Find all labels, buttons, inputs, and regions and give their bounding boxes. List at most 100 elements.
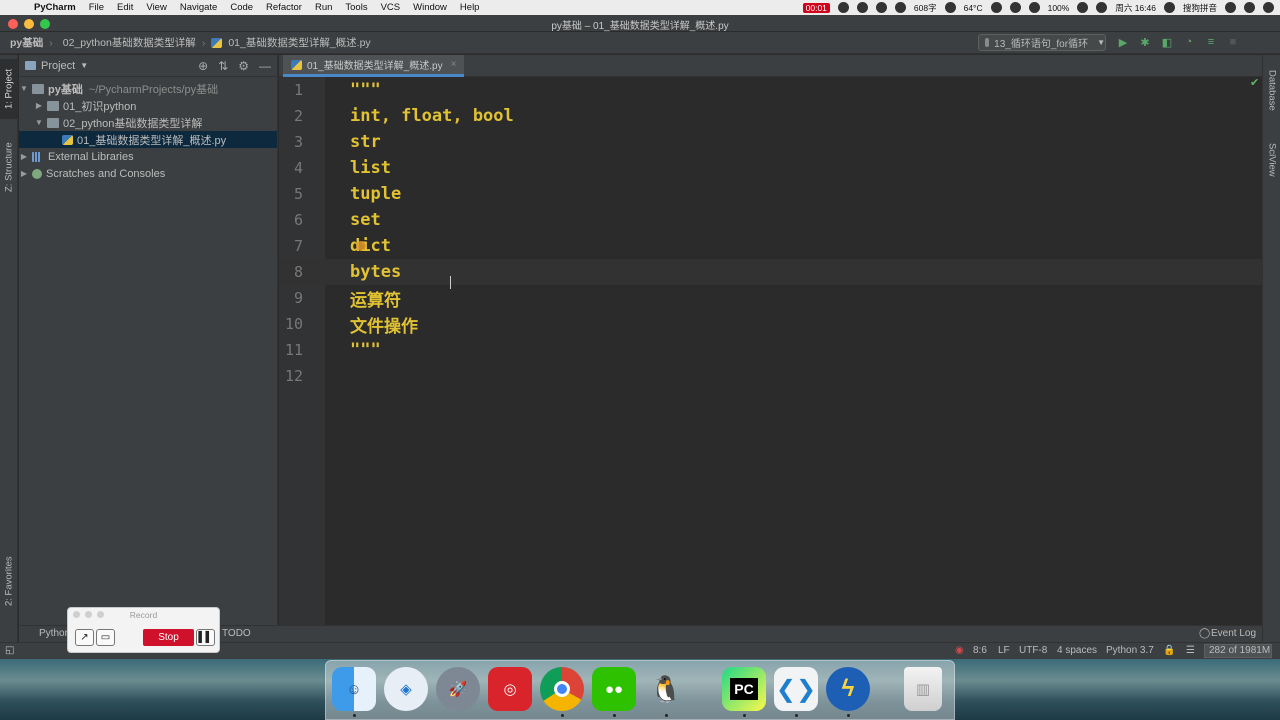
notes-status-icon[interactable] bbox=[944, 2, 956, 13]
menu-view[interactable]: View bbox=[146, 2, 166, 13]
git-icon[interactable]: ☰ bbox=[1186, 645, 1195, 656]
wechat-status-icon[interactable] bbox=[837, 2, 849, 13]
code-line[interactable]: 12 bbox=[279, 363, 1262, 389]
menu-vcs[interactable]: VCS bbox=[381, 2, 401, 13]
flag-icon[interactable] bbox=[1096, 2, 1108, 13]
code-line[interactable]: 11 """ bbox=[279, 337, 1262, 363]
tree-item-project-root[interactable]: ▼ py基础 ~/PycharmProjects/py基础 bbox=[19, 80, 277, 97]
tree-item-file-selected[interactable]: 01_基础数据类型详解_概述.py bbox=[19, 131, 277, 148]
code-line[interactable]: 10 文件操作 bbox=[279, 311, 1262, 337]
coverage-icon[interactable]: ◧ bbox=[1160, 35, 1174, 49]
menu-edit[interactable]: Edit bbox=[117, 2, 133, 13]
no-inspection-icon[interactable]: ◉ bbox=[955, 645, 964, 656]
expand-arrow-icon[interactable]: ▶ bbox=[34, 101, 44, 110]
concurrency-icon[interactable]: ≡ bbox=[1204, 35, 1218, 49]
expand-arrow-icon[interactable]: ▶ bbox=[19, 169, 29, 178]
gear-icon[interactable]: ⚙ bbox=[238, 59, 249, 73]
qq-icon[interactable]: 🐧 bbox=[644, 667, 688, 711]
menu-code[interactable]: Code bbox=[230, 2, 253, 13]
menu-tools[interactable]: Tools bbox=[345, 2, 367, 13]
menu-file[interactable]: File bbox=[89, 2, 104, 13]
bluetooth-icon[interactable] bbox=[990, 2, 1002, 13]
area-select-icon[interactable]: ▭ bbox=[96, 629, 115, 646]
menu-window[interactable]: Window bbox=[413, 2, 447, 13]
code-line-current[interactable]: 8 bytes bbox=[279, 259, 1262, 285]
expand-arrow-icon[interactable]: ▼ bbox=[34, 118, 44, 127]
spotlight-icon[interactable] bbox=[1225, 2, 1236, 13]
chevron-down-icon[interactable]: ▼ bbox=[80, 61, 88, 70]
tree-item-folder[interactable]: ▼ 02_python基础数据类型详解 bbox=[19, 114, 277, 131]
profile-icon[interactable]: ◔ bbox=[1182, 35, 1196, 49]
safari-icon[interactable]: ◈ bbox=[384, 667, 428, 711]
code-line[interactable]: 7 dict bbox=[279, 233, 1262, 259]
battery-icon[interactable] bbox=[1077, 2, 1089, 13]
hide-panel-icon[interactable]: — bbox=[259, 59, 271, 73]
code-line[interactable]: 9 运算符 bbox=[279, 285, 1262, 311]
pause-icon[interactable]: ▌▌ bbox=[196, 629, 215, 646]
wifi-icon[interactable] bbox=[1009, 2, 1021, 13]
trash-icon[interactable]: ▥ bbox=[904, 667, 942, 711]
pycharm-icon[interactable]: PC bbox=[722, 667, 766, 711]
file-encoding[interactable]: UTF-8 bbox=[1019, 645, 1047, 656]
close-tab-icon[interactable]: × bbox=[451, 59, 457, 70]
battery-percent[interactable]: 100% bbox=[1048, 3, 1070, 13]
volume-icon[interactable] bbox=[1028, 2, 1040, 13]
launchpad-icon[interactable]: 🚀 bbox=[436, 667, 480, 711]
code-line[interactable]: 1 """ bbox=[279, 77, 1262, 103]
menu-run[interactable]: Run bbox=[315, 2, 332, 13]
menu-help[interactable]: Help bbox=[460, 2, 480, 13]
notification-center-icon[interactable] bbox=[1263, 2, 1274, 13]
expand-arrow-icon[interactable]: ▼ bbox=[19, 84, 29, 93]
code-line[interactable]: 2 int, float, bool bbox=[279, 103, 1262, 129]
vscode-icon[interactable]: ❮❯ bbox=[774, 667, 818, 711]
tab-project[interactable]: 1: Project bbox=[0, 59, 18, 119]
lock-icon[interactable]: 🔒 bbox=[1163, 645, 1175, 656]
locate-icon[interactable]: ⊕ bbox=[198, 59, 208, 73]
project-panel-title[interactable]: Project bbox=[41, 60, 75, 72]
editor-tab-active[interactable]: 01_基础数据类型详解_概述.py × bbox=[283, 55, 465, 77]
tab-sciview[interactable]: SciView bbox=[1263, 135, 1280, 185]
memory-indicator[interactable]: 282 of 1981M bbox=[1204, 644, 1272, 658]
tool-todo[interactable]: TODO bbox=[222, 628, 251, 639]
chrome-icon[interactable] bbox=[540, 667, 584, 711]
collapse-all-icon[interactable]: ⇅ bbox=[218, 59, 228, 73]
code-line[interactable]: 5 tuple bbox=[279, 181, 1262, 207]
breadcrumb-file[interactable]: 01_基础数据类型详解_概述.py bbox=[226, 35, 376, 50]
line-separator[interactable]: LF bbox=[998, 645, 1010, 656]
clock[interactable]: 周六 16:46 bbox=[1115, 2, 1156, 14]
tree-item-folder[interactable]: ▶ 01_初识python bbox=[19, 97, 277, 114]
caret-position[interactable]: 8:6 bbox=[973, 645, 987, 656]
code-line[interactable]: 6 set bbox=[279, 207, 1262, 233]
debug-icon[interactable]: ✱ bbox=[1138, 35, 1152, 49]
breadcrumb-project[interactable]: py基础 bbox=[0, 35, 49, 50]
recording-timer[interactable]: 00:01 bbox=[802, 2, 830, 13]
shazam-status-icon[interactable] bbox=[875, 2, 887, 13]
tool-windows-toggle-icon[interactable]: ◱ bbox=[5, 645, 14, 656]
event-log-icon[interactable]: ◯ bbox=[1199, 628, 1210, 639]
python-interpreter[interactable]: Python 3.7 bbox=[1106, 645, 1154, 656]
tool-event-log[interactable]: Event Log bbox=[1211, 628, 1256, 639]
indent-setting[interactable]: 4 spaces bbox=[1057, 645, 1097, 656]
wechat-icon[interactable]: ●● bbox=[592, 667, 636, 711]
tab-database[interactable]: Database bbox=[1263, 61, 1280, 119]
stop-icon[interactable]: ■ bbox=[1226, 35, 1240, 49]
tab-favorites[interactable]: 2: Favorites bbox=[0, 545, 18, 617]
ime-status-icon[interactable] bbox=[856, 2, 868, 13]
tree-item-external-libraries[interactable]: ▶ External Libraries bbox=[19, 148, 277, 165]
input-source-icon[interactable] bbox=[1163, 2, 1175, 13]
run-icon[interactable]: ▶ bbox=[1116, 35, 1130, 49]
pen-icon[interactable]: ↗ bbox=[75, 629, 94, 646]
thunder-icon[interactable]: ϟ bbox=[826, 667, 870, 711]
tab-structure[interactable]: Z: Structure bbox=[0, 131, 18, 203]
tree-item-scratches[interactable]: ▶ Scratches and Consoles bbox=[19, 165, 277, 182]
run-configuration-select[interactable]: 13_循环语句_for循环 ▼ bbox=[978, 34, 1106, 51]
menu-navigate[interactable]: Navigate bbox=[180, 2, 218, 13]
stop-recording-button[interactable]: Stop bbox=[143, 629, 194, 646]
finder-icon[interactable]: ☺ bbox=[332, 667, 376, 711]
input-method[interactable]: 搜狗拼音 bbox=[1183, 2, 1217, 14]
netease-music-icon[interactable]: ◎ bbox=[488, 667, 532, 711]
intention-bulb-icon[interactable] bbox=[356, 241, 366, 251]
menu-refactor[interactable]: Refactor bbox=[266, 2, 302, 13]
menu-app-name[interactable]: PyCharm bbox=[34, 2, 76, 13]
code-line[interactable]: 3 str bbox=[279, 129, 1262, 155]
